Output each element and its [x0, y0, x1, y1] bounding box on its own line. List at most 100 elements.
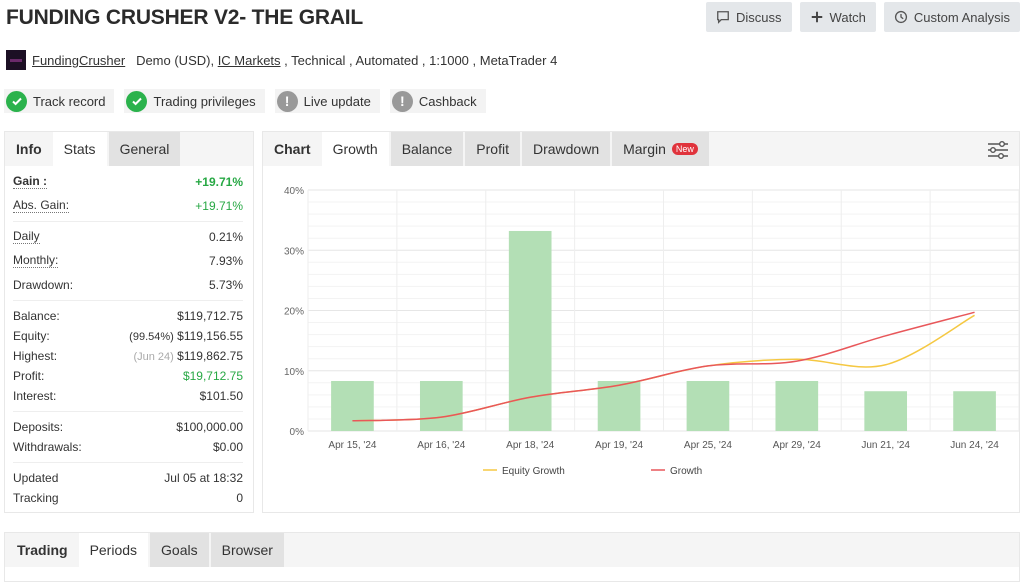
stat-tracking: Tracking 0 [13, 488, 243, 508]
stat-label: Drawdown: [13, 278, 74, 292]
chart-legend: Equity Growth Growth [483, 466, 702, 477]
tab-drawdown[interactable]: Drawdown [521, 132, 611, 166]
watch-button[interactable]: Watch [799, 2, 876, 32]
tab-general[interactable]: General [108, 132, 181, 166]
bar-4 [686, 380, 730, 431]
clock-icon [894, 10, 907, 24]
x-tick-label: Jun 21, '24 [861, 440, 910, 451]
y-tick-label: 40% [284, 186, 304, 197]
x-tick-label: Apr 18, '24 [506, 440, 554, 451]
tab-margin[interactable]: Margin New [612, 132, 709, 166]
stat-daily: Daily 0.21% [13, 227, 243, 247]
x-tick-label: Apr 25, '24 [684, 440, 732, 451]
tab-browser[interactable]: Browser [210, 533, 284, 567]
tab-goals[interactable]: Goals [150, 533, 209, 567]
stat-profit: Profit: $19,712.75 [13, 366, 243, 386]
stat-value: 7.93% [208, 254, 243, 268]
broker-link[interactable]: IC Markets [218, 53, 281, 68]
stat-abs-gain: Abs. Gain: +19.71% [13, 196, 243, 216]
stat-label: Highest: [13, 349, 58, 363]
exclamation-icon: ! [276, 90, 298, 112]
stat-value: 0.21% [208, 230, 243, 244]
custom-analysis-button[interactable]: Custom Analysis [883, 2, 1020, 32]
x-tick-label: Apr 19, '24 [595, 440, 643, 451]
stat-value: $119,862.75 [177, 349, 243, 363]
trading-tabs: Trading Periods Goals Browser [5, 533, 1019, 567]
badge-label: Track record [33, 93, 106, 109]
legend-label: Equity Growth [502, 466, 565, 477]
tab-balance[interactable]: Balance [390, 132, 464, 166]
stat-label: Interest: [13, 389, 57, 403]
stat-withdrawals: Withdrawals: $0.00 [13, 437, 243, 457]
author-link[interactable]: FundingCrusher [32, 53, 125, 68]
bar-1 [419, 380, 463, 431]
chart-settings-icon[interactable] [987, 140, 1009, 160]
tab-growth[interactable]: Growth [321, 132, 389, 166]
page-title: FUNDING CRUSHER V2- THE GRAIL [6, 6, 364, 29]
x-tick-label: Apr 16, '24 [417, 440, 465, 451]
tab-stats[interactable]: Stats [52, 132, 107, 166]
badge-label: Cashback [418, 93, 477, 109]
badge-trading-privileges[interactable]: Trading privileges [124, 89, 265, 113]
stat-value: $100,000.00 [176, 420, 243, 434]
stat-label: Profit: [13, 369, 45, 383]
y-tick-label: 0% [290, 427, 305, 438]
bar-6 [864, 391, 908, 431]
watch-label: Watch [829, 9, 866, 25]
x-axis-ticks: Apr 15, '24 Apr 16, '24 Apr 18, '24 Apr 19,… [328, 440, 999, 451]
stat-label: Equity: [13, 329, 50, 343]
stat-label: Updated [13, 471, 59, 485]
plus-icon [811, 11, 822, 23]
stat-label: Deposits: [13, 420, 64, 434]
account-details: , Technical , Automated , 1:1000 , MetaT… [280, 52, 558, 68]
badge-track-record[interactable]: Track record [4, 89, 115, 113]
stat-label: Balance: [13, 309, 60, 323]
tab-periods[interactable]: Periods [78, 533, 149, 567]
divider [13, 300, 243, 301]
tab-margin-label: Margin [623, 141, 666, 157]
stat-label: Abs. Gain: [13, 198, 70, 213]
y-axis-ticks: 0% 10% 20% 30% 40% [284, 186, 304, 438]
stat-deposits: Deposits: $100,000.00 [13, 417, 243, 437]
stat-interest: Interest: $101.50 [13, 386, 243, 406]
verification-badges: Track record Trading privileges ! Live u… [4, 89, 486, 113]
chart-panel: Chart Growth Balance Profit Drawdown Mar… [262, 131, 1020, 513]
tab-profit[interactable]: Profit [465, 132, 520, 166]
stat-value: $19,712.75 [182, 369, 243, 383]
x-tick-label: Apr 29, '24 [773, 440, 821, 451]
stat-value: Jul 05 at 18:32 [164, 471, 243, 485]
stat-highest: Highest: (Jun 24) $119,862.75 [13, 346, 243, 366]
y-tick-label: 10% [284, 367, 304, 378]
bar-7 [953, 391, 996, 431]
check-icon [126, 90, 148, 112]
stat-equity: Equity: (99.54%) $119,156.55 [13, 326, 243, 346]
legend-label: Growth [670, 466, 702, 477]
stat-value-group: (99.54%) $119,156.55 [129, 329, 243, 343]
new-badge: New [671, 143, 698, 155]
author-avatar[interactable] [6, 50, 26, 70]
stat-value: 0 [236, 491, 243, 505]
stat-label: Gain : [13, 174, 48, 189]
divider [13, 221, 243, 222]
trading-label: Trading [17, 542, 68, 558]
badge-cashback[interactable]: ! Cashback [389, 89, 486, 113]
bar-3 [597, 380, 641, 431]
trading-panel: Trading Periods Goals Browser [4, 532, 1020, 582]
chart-grid [307, 189, 1019, 432]
meta-spacer [125, 53, 136, 68]
stat-balance: Balance: $119,712.75 [13, 306, 243, 326]
discuss-button[interactable]: Discuss [706, 2, 792, 32]
badge-live-update[interactable]: ! Live update [274, 89, 380, 113]
stat-label: Withdrawals: [13, 440, 82, 454]
custom-analysis-label: Custom Analysis [913, 9, 1010, 25]
tab-info[interactable]: Info [5, 132, 53, 166]
comment-icon [717, 11, 729, 24]
bar-5 [775, 380, 819, 431]
stat-value: $101.50 [199, 389, 243, 403]
stat-value: $0.00 [212, 440, 243, 454]
stat-drawdown: Drawdown: 5.73% [13, 275, 243, 295]
stat-gain: Gain : +19.71% [13, 172, 243, 192]
chart-label: Chart [274, 141, 311, 157]
divider [13, 462, 243, 463]
badge-label: Live update [303, 93, 371, 109]
